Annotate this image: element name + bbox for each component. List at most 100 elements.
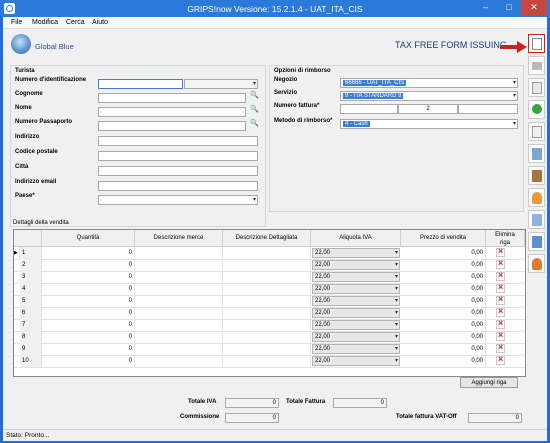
price-cell[interactable]: 0,00 bbox=[401, 319, 486, 331]
id-type-select[interactable]: ▾ bbox=[184, 79, 258, 89]
detailed-description-cell[interactable] bbox=[223, 247, 311, 259]
shop-select[interactable]: 66666 - UAT_ITA_CIS ▾ bbox=[340, 78, 518, 88]
maximize-button[interactable]: □ bbox=[497, 0, 521, 15]
description-cell[interactable] bbox=[135, 283, 223, 295]
description-cell[interactable] bbox=[135, 259, 223, 271]
vat-rate-select[interactable]: 22,00 ▾ bbox=[312, 332, 400, 342]
delete-row-icon[interactable] bbox=[496, 282, 505, 293]
quantity-cell[interactable]: 0 bbox=[42, 319, 135, 331]
new-form-button[interactable] bbox=[528, 34, 545, 53]
delete-row-icon[interactable] bbox=[496, 294, 505, 305]
quantity-cell[interactable]: 0 bbox=[42, 271, 135, 283]
price-cell[interactable]: 0,00 bbox=[401, 295, 486, 307]
col-quantita[interactable]: Quantità bbox=[42, 230, 135, 247]
description-cell[interactable] bbox=[135, 331, 223, 343]
description-cell[interactable] bbox=[135, 271, 223, 283]
delete-row-icon[interactable] bbox=[496, 354, 505, 365]
quantity-cell[interactable]: 0 bbox=[42, 283, 135, 295]
delete-row-icon[interactable] bbox=[496, 318, 505, 329]
vat-rate-select[interactable]: 22,00 ▾ bbox=[312, 356, 400, 366]
search-user-button[interactable] bbox=[528, 210, 545, 229]
price-cell[interactable]: 0,00 bbox=[401, 259, 486, 271]
quantity-cell[interactable]: 0 bbox=[42, 295, 135, 307]
stamp-button[interactable] bbox=[528, 166, 545, 185]
description-cell[interactable] bbox=[135, 307, 223, 319]
name-input[interactable] bbox=[98, 107, 246, 117]
add-row-button[interactable]: Aggiungi riga bbox=[460, 377, 518, 388]
col-descrizione-merce[interactable]: Descrizione merce bbox=[135, 230, 223, 247]
service-select[interactable]: 9 - ITA STANDARD 8 ▾ bbox=[340, 91, 518, 101]
description-cell[interactable] bbox=[135, 247, 223, 259]
surname-input[interactable] bbox=[98, 93, 246, 103]
detailed-description-cell[interactable] bbox=[223, 271, 311, 283]
document-button[interactable] bbox=[528, 122, 545, 141]
delete-row-icon[interactable] bbox=[496, 306, 505, 317]
country-select[interactable]: ▾ bbox=[98, 195, 258, 205]
quantity-cell[interactable]: 0 bbox=[42, 355, 135, 367]
price-cell[interactable]: 0,00 bbox=[401, 247, 486, 259]
col-aliquota-iva[interactable]: Aliquota IVA bbox=[311, 230, 401, 247]
detailed-description-cell[interactable] bbox=[223, 355, 311, 367]
menu-file[interactable]: File bbox=[11, 19, 22, 26]
delete-row-icon[interactable] bbox=[496, 342, 505, 353]
detailed-description-cell[interactable] bbox=[223, 319, 311, 331]
description-cell[interactable] bbox=[135, 319, 223, 331]
delete-row-icon[interactable] bbox=[496, 330, 505, 341]
search-icon[interactable]: 🔍 bbox=[250, 105, 259, 113]
print-button[interactable] bbox=[528, 56, 545, 75]
invoice-suffix-input[interactable] bbox=[458, 104, 518, 114]
description-cell[interactable] bbox=[135, 295, 223, 307]
vat-rate-select[interactable]: 22,00 ▾ bbox=[312, 272, 400, 282]
menu-aiuto[interactable]: Aiuto bbox=[92, 19, 108, 26]
price-cell[interactable]: 0,00 bbox=[401, 331, 486, 343]
vat-rate-select[interactable]: 22,00 ▾ bbox=[312, 308, 400, 318]
detailed-description-cell[interactable] bbox=[223, 295, 311, 307]
search-icon[interactable]: 🔍 bbox=[250, 91, 259, 99]
refund-method-select[interactable]: 4 - Cash ▾ bbox=[340, 119, 518, 129]
detailed-description-cell[interactable] bbox=[223, 259, 311, 271]
vat-rate-select[interactable]: 22,00 ▾ bbox=[312, 260, 400, 270]
delete-row-icon[interactable] bbox=[496, 258, 505, 269]
delete-row-icon[interactable] bbox=[496, 246, 505, 257]
search-icon[interactable]: 🔍 bbox=[250, 119, 259, 127]
col-descrizione-dettagliata[interactable]: Descrizione Dettagliata bbox=[223, 230, 311, 247]
passport-input[interactable] bbox=[98, 121, 246, 131]
quantity-cell[interactable]: 0 bbox=[42, 307, 135, 319]
delete-row-icon[interactable] bbox=[496, 270, 505, 281]
minimize-button[interactable]: – bbox=[474, 0, 497, 15]
user-button[interactable] bbox=[528, 188, 545, 207]
id-number-input[interactable] bbox=[98, 79, 183, 89]
price-cell[interactable]: 0,00 bbox=[401, 271, 486, 283]
quantity-cell[interactable]: 0 bbox=[42, 247, 135, 259]
menu-modifica[interactable]: Modifica bbox=[32, 19, 58, 26]
invoice-number-input[interactable]: 2 bbox=[398, 104, 458, 114]
description-cell[interactable] bbox=[135, 343, 223, 355]
col-elimina-riga[interactable]: Elimina riga bbox=[486, 230, 525, 247]
vat-rate-select[interactable]: 22,00 ▾ bbox=[312, 296, 400, 306]
quantity-cell[interactable]: 0 bbox=[42, 331, 135, 343]
quantity-cell[interactable]: 0 bbox=[42, 343, 135, 355]
email-input[interactable] bbox=[98, 181, 258, 191]
refresh-button[interactable] bbox=[528, 100, 545, 119]
detailed-description-cell[interactable] bbox=[223, 307, 311, 319]
description-cell[interactable] bbox=[135, 355, 223, 367]
invoice-prefix-input[interactable] bbox=[340, 104, 398, 114]
city-input[interactable] bbox=[98, 166, 258, 176]
menu-cerca[interactable]: Cerca bbox=[66, 19, 85, 26]
col-prezzo-vendita[interactable]: Prezzo di vendita bbox=[401, 230, 486, 247]
close-button[interactable]: ✕ bbox=[521, 0, 547, 15]
detailed-description-cell[interactable] bbox=[223, 331, 311, 343]
vat-rate-select[interactable]: 22,00 ▾ bbox=[312, 320, 400, 330]
sync-button[interactable] bbox=[528, 232, 545, 251]
address-input[interactable] bbox=[98, 136, 258, 146]
copy-button[interactable] bbox=[528, 144, 545, 163]
detailed-description-cell[interactable] bbox=[223, 283, 311, 295]
quantity-cell[interactable]: 0 bbox=[42, 259, 135, 271]
price-cell[interactable]: 0,00 bbox=[401, 355, 486, 367]
price-cell[interactable]: 0,00 bbox=[401, 343, 486, 355]
postal-code-input[interactable] bbox=[98, 151, 258, 161]
user-manage-button[interactable] bbox=[528, 254, 545, 273]
detailed-description-cell[interactable] bbox=[223, 343, 311, 355]
vat-rate-select[interactable]: 22,00 ▾ bbox=[312, 248, 400, 258]
price-cell[interactable]: 0,00 bbox=[401, 283, 486, 295]
